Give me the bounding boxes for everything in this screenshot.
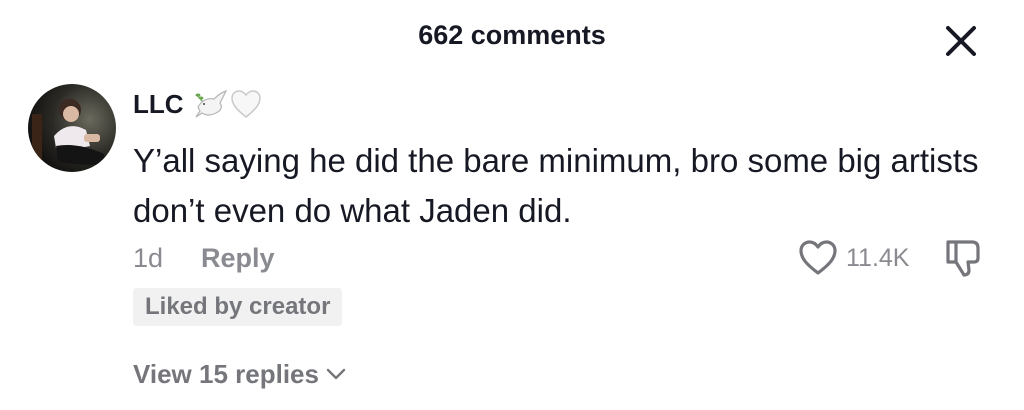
avatar[interactable] xyxy=(28,84,116,172)
chevron-down-icon xyxy=(325,367,347,381)
dove-emoji-icon xyxy=(194,87,228,121)
comment-text: Y’all saying he did the bare minimum, br… xyxy=(133,142,979,229)
dislike-icon[interactable] xyxy=(942,236,986,280)
view-replies-button[interactable]: View 15 replies xyxy=(133,356,347,392)
reply-button[interactable]: Reply xyxy=(201,243,275,274)
like-count: 11.4K xyxy=(846,243,910,272)
liked-by-creator-badge: Liked by creator xyxy=(133,288,343,326)
like-group: 11.4K xyxy=(798,236,909,280)
heart-like-icon[interactable] xyxy=(798,239,838,277)
username[interactable]: LLC xyxy=(133,89,184,120)
close-icon[interactable] xyxy=(944,24,978,58)
comment-time: 1d xyxy=(133,242,164,273)
comment-meta: 1d Reply xyxy=(133,240,275,276)
view-replies-label: View 15 replies xyxy=(133,358,319,389)
comment-header: LLC xyxy=(133,84,262,124)
comments-count-title: 662 comments xyxy=(418,20,606,50)
white-heart-icon xyxy=(230,89,262,119)
